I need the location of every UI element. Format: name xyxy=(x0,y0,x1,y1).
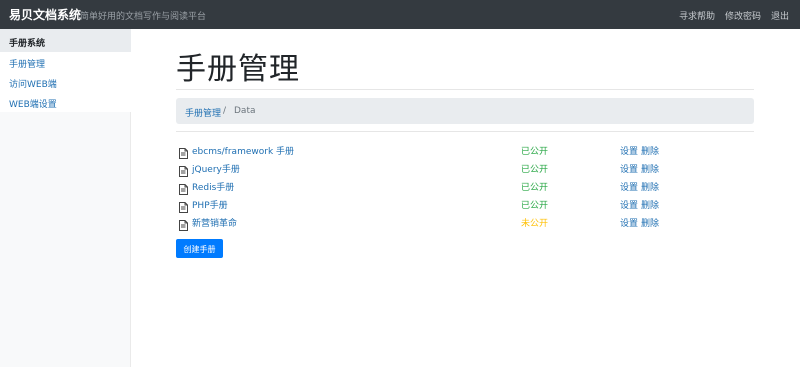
change-password-link[interactable]: 修改密码 xyxy=(725,9,761,22)
manual-settings-link[interactable]: 设置 xyxy=(620,198,638,211)
breadcrumb-divider xyxy=(176,131,754,132)
manual-name-link[interactable]: Redis手册 xyxy=(192,180,234,193)
manual-row: Redis手册 已公开 设置 删除 xyxy=(176,179,754,197)
sidebar-item-web-settings[interactable]: WEB端设置 xyxy=(0,92,131,112)
manual-status: 未公开 xyxy=(521,219,549,229)
sidebar-title: 手册系统 xyxy=(9,39,46,49)
manual-name-link[interactable]: 新营销革命 xyxy=(192,216,237,229)
brand-tagline: 简单好用的文档写作与阅读平台 xyxy=(80,12,207,22)
sidebar: 手册系统 手册管理 访问WEB端 WEB端设置 xyxy=(0,29,131,367)
brand-title[interactable]: 易贝文档系统 xyxy=(9,6,81,23)
manual-delete-link[interactable]: 删除 xyxy=(641,180,659,193)
manual-name-link[interactable]: PHP手册 xyxy=(192,198,228,211)
breadcrumb-separator: / xyxy=(223,106,227,116)
manual-name-link[interactable]: ebcms/framework 手册 xyxy=(192,144,294,157)
document-icon xyxy=(179,162,188,177)
main-content: 手册管理 手册管理 / Data ebcms/framework 手册 已公开 设置… xyxy=(131,29,800,367)
breadcrumb-link[interactable]: 手册管理 xyxy=(185,106,221,119)
manual-row: 新营销革命 未公开 设置 删除 xyxy=(176,215,754,233)
manual-name-link[interactable]: jQuery手册 xyxy=(192,162,240,175)
manual-settings-link[interactable]: 设置 xyxy=(620,162,638,175)
manual-status: 已公开 xyxy=(521,165,549,175)
sidebar-item-label: 手册管理 xyxy=(9,60,46,70)
manual-delete-link[interactable]: 删除 xyxy=(641,144,659,157)
document-icon xyxy=(179,144,188,159)
help-link[interactable]: 寻求帮助 xyxy=(679,9,715,22)
manual-row: ebcms/framework 手册 已公开 设置 删除 xyxy=(176,143,754,161)
manual-actions: 设置 删除 xyxy=(620,180,659,193)
manual-delete-link[interactable]: 删除 xyxy=(641,198,659,211)
manual-delete-link[interactable]: 删除 xyxy=(641,162,659,175)
top-navbar: 易贝文档系统 简单好用的文档写作与阅读平台 寻求帮助 修改密码 退出 xyxy=(0,0,800,29)
manual-actions: 设置 删除 xyxy=(620,144,659,157)
document-icon xyxy=(179,216,188,231)
manual-status: 已公开 xyxy=(521,147,549,157)
top-nav-links: 寻求帮助 修改密码 退出 xyxy=(679,9,789,22)
sidebar-header: 手册系统 xyxy=(0,29,131,52)
manual-row: jQuery手册 已公开 设置 删除 xyxy=(176,161,754,179)
document-icon xyxy=(179,180,188,195)
breadcrumb-current: Data xyxy=(234,106,256,116)
create-manual-button[interactable]: 创建手册 xyxy=(176,239,223,258)
manual-actions: 设置 删除 xyxy=(620,216,659,229)
document-icon xyxy=(179,198,188,213)
page-title: 手册管理 xyxy=(176,52,300,87)
sidebar-item-label: WEB端设置 xyxy=(9,100,57,110)
manual-status: 已公开 xyxy=(521,201,549,211)
manual-actions: 设置 删除 xyxy=(620,162,659,175)
manual-status: 已公开 xyxy=(521,183,549,193)
manual-settings-link[interactable]: 设置 xyxy=(620,144,638,157)
manual-settings-link[interactable]: 设置 xyxy=(620,216,638,229)
title-divider xyxy=(176,89,754,90)
manual-actions: 设置 删除 xyxy=(620,198,659,211)
create-manual-label: 创建手册 xyxy=(183,245,216,254)
manual-row: PHP手册 已公开 设置 删除 xyxy=(176,197,754,215)
sidebar-item-label: 访问WEB端 xyxy=(9,80,57,90)
sidebar-item-manual-management[interactable]: 手册管理 xyxy=(0,52,131,72)
sidebar-item-visit-web[interactable]: 访问WEB端 xyxy=(0,72,131,92)
breadcrumb: 手册管理 / Data xyxy=(176,98,754,124)
manual-delete-link[interactable]: 删除 xyxy=(641,216,659,229)
manual-settings-link[interactable]: 设置 xyxy=(620,180,638,193)
logout-link[interactable]: 退出 xyxy=(771,9,789,22)
